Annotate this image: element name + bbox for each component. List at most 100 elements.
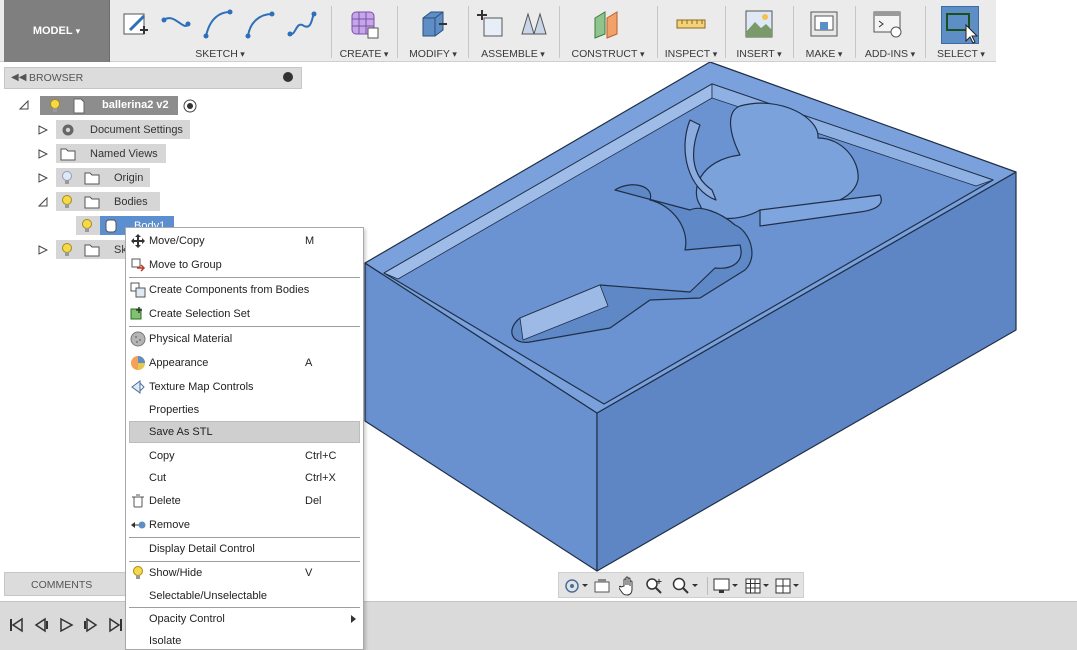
menu-item-move-copy[interactable]: Move/Copy M <box>129 230 360 252</box>
menu-item-create-selection-set[interactable]: Create Selection Set <box>129 303 360 325</box>
menu-item-label: Display Detail Control <box>149 543 255 555</box>
zoom-window-icon[interactable] <box>671 577 701 595</box>
display-settings-icon[interactable] <box>713 577 741 595</box>
menu-item-show-hide[interactable]: Show/Hide V <box>129 562 360 584</box>
create-group[interactable]: CREATE <box>334 0 394 62</box>
menu-item-remove[interactable]: Remove <box>129 514 360 536</box>
insert-menu-label[interactable]: INSERT <box>728 48 790 60</box>
offset-plane-icon[interactable] <box>591 8 623 40</box>
add-ins-menu-label[interactable]: ADD-INS <box>858 48 922 60</box>
create-menu-label[interactable]: CREATE <box>334 48 394 60</box>
scripts-icon[interactable] <box>872 8 904 40</box>
menu-item-label: Remove <box>149 519 190 531</box>
browser-title: BROWSER <box>29 72 84 84</box>
menu-item-display-detail-control[interactable]: Display Detail Control <box>129 538 360 560</box>
menu-item-label: Cut <box>149 472 167 484</box>
pin-panel-icon[interactable] <box>283 72 293 82</box>
lightbulb-icon[interactable] <box>48 98 62 114</box>
go-to-start-icon[interactable] <box>8 617 24 633</box>
make-group[interactable]: MAKE <box>796 0 852 62</box>
construct-menu-label[interactable]: CONSTRUCT <box>562 48 654 60</box>
measure-icon[interactable] <box>675 8 707 40</box>
menu-item-opacity-control[interactable]: Opacity Control <box>129 608 360 630</box>
select-icon[interactable] <box>941 6 979 44</box>
viewports-icon[interactable] <box>775 577 803 595</box>
press-pull-icon[interactable] <box>417 8 449 40</box>
create-form-icon[interactable] <box>348 8 380 40</box>
collapsed-triangle-icon[interactable] <box>38 125 48 135</box>
construct-group[interactable]: CONSTRUCT <box>562 0 654 62</box>
menu-item-label: Create Selection Set <box>149 308 250 320</box>
menu-item-save-as-stl[interactable]: Save As STL <box>129 421 360 443</box>
orbit-icon[interactable] <box>563 577 589 595</box>
lightbulb-off-icon[interactable] <box>60 170 74 186</box>
lightbulb-icon[interactable] <box>80 218 94 234</box>
submenu-arrow-icon <box>351 615 356 623</box>
menu-item-label: Save As STL <box>149 426 213 438</box>
assemble-group[interactable]: ASSEMBLE <box>470 0 556 62</box>
zoom-icon[interactable] <box>645 577 663 595</box>
spline-icon[interactable] <box>244 8 276 40</box>
collapsed-triangle-icon[interactable] <box>38 149 48 159</box>
pan-hand-icon[interactable] <box>619 576 637 596</box>
menu-item-physical-material[interactable]: Physical Material <box>129 328 360 350</box>
make-menu-label[interactable]: MAKE <box>796 48 852 60</box>
modify-menu-label[interactable]: MODIFY <box>400 48 466 60</box>
activate-radio-icon[interactable] <box>182 98 198 114</box>
material-icon <box>130 331 146 347</box>
step-forward-icon[interactable] <box>83 617 99 633</box>
lightbulb-icon[interactable] <box>60 242 74 258</box>
trash-icon <box>132 494 144 508</box>
selection-set-icon <box>130 307 142 320</box>
menu-item-properties[interactable]: Properties <box>129 399 360 421</box>
3d-print-icon[interactable] <box>808 8 840 40</box>
expanded-triangle-icon[interactable] <box>38 197 48 207</box>
move-group-icon <box>131 258 146 272</box>
menu-item-delete[interactable]: Delete Del <box>129 490 360 512</box>
add-ins-group[interactable]: ADD-INS <box>858 0 922 62</box>
menu-item-appearance[interactable]: Appearance A <box>129 352 360 374</box>
create-sketch-icon[interactable] <box>120 8 152 40</box>
menu-item-label: Show/Hide <box>149 567 203 579</box>
collapsed-triangle-icon[interactable] <box>38 245 48 255</box>
sketch-menu-label[interactable]: SKETCH <box>112 48 328 60</box>
tree-item-label: Bodies <box>114 196 148 208</box>
tree-item-label: Document Settings <box>90 124 183 136</box>
insert-image-icon[interactable] <box>743 8 775 40</box>
sketch-group[interactable]: SKETCH <box>112 0 328 62</box>
new-component-icon[interactable] <box>476 8 508 40</box>
line-icon[interactable] <box>160 8 192 40</box>
look-at-icon[interactable] <box>593 577 611 595</box>
workspace-switcher-button[interactable]: MODEL ▾ <box>4 0 110 62</box>
grid-settings-icon[interactable] <box>745 577 773 595</box>
select-menu-label[interactable]: SELECT <box>928 48 994 60</box>
lightbulb-icon[interactable] <box>60 194 74 210</box>
menu-item-cut[interactable]: Cut Ctrl+X <box>129 467 360 489</box>
assemble-menu-label[interactable]: ASSEMBLE <box>470 48 556 60</box>
step-back-icon[interactable] <box>33 617 49 633</box>
collapse-panel-icon[interactable]: ◀◀ <box>11 72 26 83</box>
context-menu: Move/Copy M Move to Group Create Compone… <box>125 227 364 650</box>
insert-group[interactable]: INSERT <box>728 0 790 62</box>
menu-item-isolate[interactable]: Isolate <box>129 630 360 650</box>
collapsed-triangle-icon[interactable] <box>38 173 48 183</box>
arc-icon[interactable] <box>202 8 234 40</box>
menu-item-move-to-group[interactable]: Move to Group <box>129 254 360 276</box>
inspect-menu-label[interactable]: INSPECT <box>660 48 722 60</box>
menu-item-copy[interactable]: Copy Ctrl+C <box>129 445 360 467</box>
expanded-triangle-icon[interactable] <box>19 100 29 110</box>
joint-icon[interactable] <box>518 8 550 40</box>
menu-item-shortcut: V <box>305 567 313 579</box>
go-to-end-icon[interactable] <box>108 617 124 633</box>
folder-icon <box>84 244 100 257</box>
components-icon <box>130 282 146 298</box>
menu-item-texture-map-controls[interactable]: Texture Map Controls <box>129 376 360 398</box>
menu-item-selectable-unselectable[interactable]: Selectable/Unselectable <box>129 585 360 607</box>
inspect-group[interactable]: INSPECT <box>660 0 722 62</box>
tree-item-label: Origin <box>114 172 144 184</box>
modify-group[interactable]: MODIFY <box>400 0 466 62</box>
play-icon[interactable] <box>58 617 74 633</box>
browser-header[interactable]: ◀◀ BROWSER <box>4 67 302 89</box>
menu-item-create-components[interactable]: Create Components from Bodies <box>129 279 360 301</box>
conic-icon[interactable] <box>286 8 318 40</box>
